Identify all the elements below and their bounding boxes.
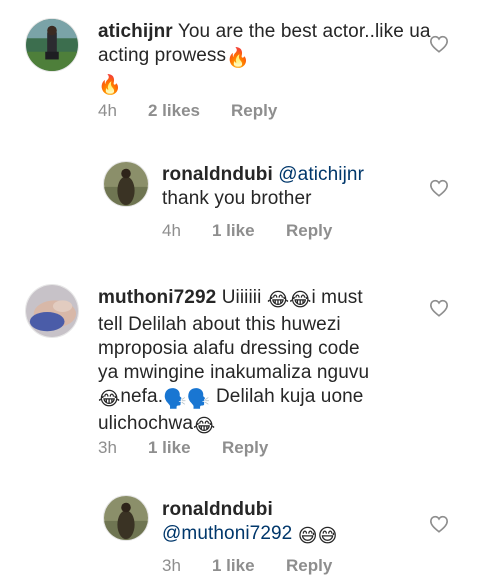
- comment-body: ulichochwa: [98, 413, 193, 434]
- fire-emoji: 🔥: [226, 48, 250, 69]
- heart-icon[interactable]: [429, 35, 449, 53]
- comment-text: muthoni7292 Uiiiiii 😂😂i must tell Delila…: [98, 286, 438, 439]
- timestamp: 3h: [162, 556, 181, 575]
- avatar-photo-icon: [26, 19, 78, 71]
- reply-button[interactable]: Reply: [286, 221, 332, 241]
- heart-icon[interactable]: [429, 299, 449, 317]
- laughing-emoji: 😂😂: [266, 290, 312, 311]
- comment-body: ya mwingine inakumaliza nguvu: [98, 362, 370, 383]
- reply-button[interactable]: Reply: [231, 101, 277, 121]
- comment-meta: 4h 2 likes Reply: [98, 101, 398, 121]
- reply-button[interactable]: Reply: [222, 438, 268, 458]
- likes-count[interactable]: 1 like: [148, 438, 191, 458]
- sweat-smile-emoji: 😅😅: [297, 526, 338, 547]
- comment-body: i must: [311, 287, 363, 308]
- comment-body: mproposia alafu dressing code: [98, 338, 360, 359]
- avatar[interactable]: [103, 161, 149, 207]
- comment-meta: 3h 1 like Reply: [98, 438, 398, 458]
- timestamp: 4h: [162, 221, 181, 240]
- comment-body: thank you brother: [162, 188, 312, 209]
- likes-count[interactable]: 2 likes: [148, 101, 200, 121]
- avatar-photo-icon: [26, 285, 78, 337]
- username[interactable]: muthoni7292: [98, 287, 216, 308]
- avatar-photo-icon: [104, 496, 148, 540]
- avatar[interactable]: [25, 284, 79, 338]
- heart-icon[interactable]: [429, 179, 449, 197]
- comment-meta: 4h 1 like Reply: [162, 221, 422, 241]
- mention-link[interactable]: @muthoni7292: [162, 523, 292, 544]
- comment-body: Uiiiiii: [221, 287, 262, 308]
- laughing-emoji: 😂: [193, 416, 216, 437]
- comment-text: atichijnr You are the best actor..like u…: [98, 20, 438, 98]
- timestamp: 4h: [98, 101, 117, 120]
- comment-text: ronaldndubi @muthoni7292 😅😅: [162, 498, 442, 549]
- reply-button[interactable]: Reply: [286, 556, 332, 576]
- comment-text: ronaldndubi @atichijnr thank you brother: [162, 163, 442, 211]
- likes-count[interactable]: 1 like: [212, 556, 255, 576]
- fire-emoji: 🔥: [98, 75, 122, 96]
- avatar[interactable]: [103, 495, 149, 541]
- username[interactable]: ronaldndubi: [162, 164, 273, 185]
- username[interactable]: ronaldndubi: [162, 499, 273, 520]
- laughing-emoji: 😂: [98, 389, 121, 410]
- username[interactable]: atichijnr: [98, 21, 173, 42]
- comment-meta: 3h 1 like Reply: [162, 556, 422, 576]
- avatar[interactable]: [25, 18, 79, 72]
- heart-icon[interactable]: [429, 515, 449, 533]
- likes-count[interactable]: 1 like: [212, 221, 255, 241]
- mention-link[interactable]: @atichijnr: [278, 164, 364, 185]
- comment-body: tell Delilah about this huwezi: [98, 314, 341, 335]
- avatar-photo-icon: [104, 162, 148, 206]
- comment-body: Delilah kuja uone: [215, 386, 364, 407]
- timestamp: 3h: [98, 438, 117, 457]
- comment-body: nefa.: [120, 386, 164, 407]
- speaking-head-emoji: 🗣️🗣️: [163, 389, 211, 410]
